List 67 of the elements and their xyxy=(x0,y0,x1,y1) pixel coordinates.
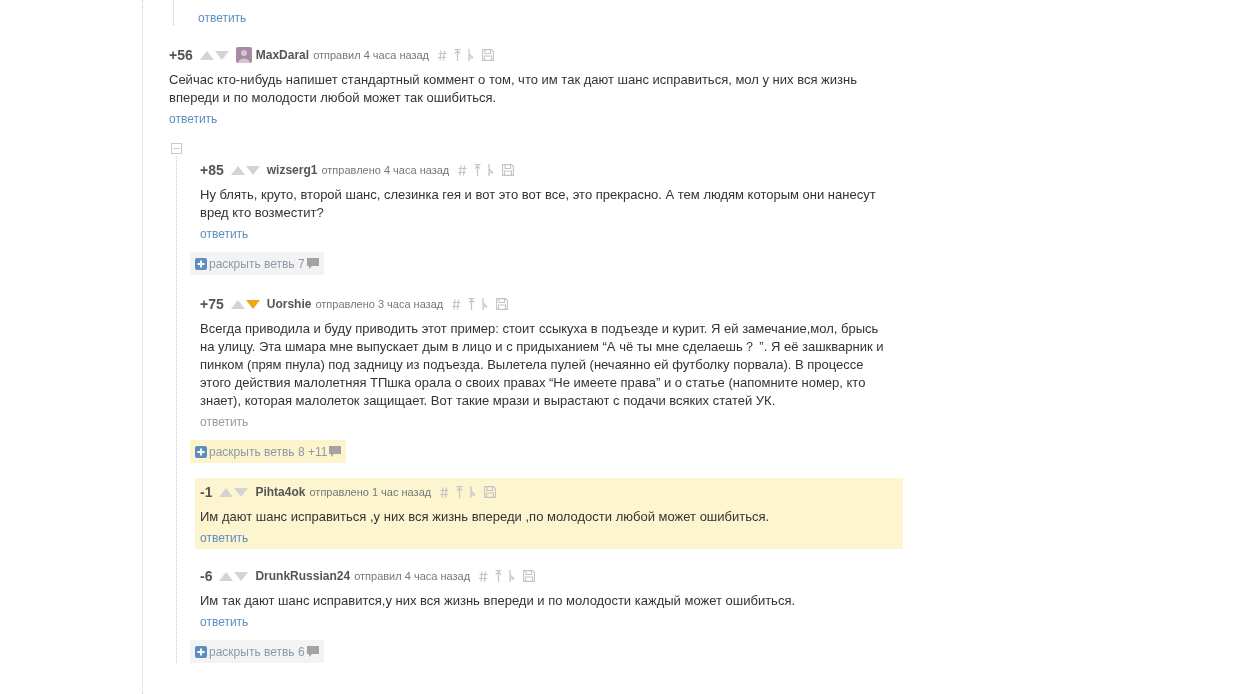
reply-link[interactable]: ответить xyxy=(200,225,249,243)
rating: +85 xyxy=(200,162,224,178)
upvote-icon[interactable] xyxy=(219,487,234,497)
save-icon[interactable] xyxy=(482,49,495,61)
author-name[interactable]: MaxDaral xyxy=(255,48,310,62)
post-time: отправил 4 часа назад xyxy=(354,570,471,582)
downvote-icon[interactable] xyxy=(214,50,229,60)
downvote-icon[interactable] xyxy=(245,165,260,175)
reply-link[interactable]: ответить xyxy=(200,413,249,431)
upvote-icon[interactable] xyxy=(219,571,234,581)
post-time: отправлено 3 часа назад xyxy=(315,298,444,310)
plus-icon xyxy=(195,445,207,458)
comment-text: Им дают шанс исправиться ,у них вся жизнь впереди ,по молодости любой может ошибиться. xyxy=(200,508,771,526)
rating: -6 xyxy=(200,568,213,584)
branch-icon[interactable] xyxy=(482,298,490,310)
upvote-icon[interactable] xyxy=(199,50,214,60)
plus-icon xyxy=(195,257,207,270)
hash-icon[interactable] xyxy=(458,164,468,176)
hash-icon[interactable] xyxy=(479,570,489,582)
author-name[interactable]: Pihta4ok xyxy=(255,485,306,499)
rating: -1 xyxy=(200,484,213,500)
comment-icon xyxy=(306,646,319,657)
comment-text: Сейчас кто-нибудь напишет стандартный коммент о том, что им так дают шанс исправиться, мол у них вся жизнь впереди и по молодости любой может так ошибиться. xyxy=(169,71,858,107)
branch-icon[interactable] xyxy=(468,49,476,61)
avatar-icon[interactable] xyxy=(235,47,252,63)
author-name[interactable]: wizserg1 xyxy=(266,163,318,177)
save-icon[interactable] xyxy=(484,486,497,498)
expand-branch-button[interactable]: раскрыть ветвь 6 xyxy=(190,640,324,663)
comment-icon xyxy=(329,446,342,457)
hash-icon[interactable] xyxy=(452,298,462,310)
post-time: отправлено 1 час назад xyxy=(309,486,432,498)
hash-icon[interactable] xyxy=(438,49,448,61)
post-time: отправлено 4 часа назад xyxy=(321,164,450,176)
save-icon[interactable] xyxy=(502,164,515,176)
upvote-icon[interactable] xyxy=(230,299,245,309)
arrow-up-icon[interactable] xyxy=(474,164,482,176)
reply-link[interactable]: ответить xyxy=(198,9,247,27)
branch-icon[interactable] xyxy=(509,570,517,582)
author-name[interactable]: Uorshie xyxy=(266,297,312,311)
plus-icon xyxy=(195,645,207,658)
comment-text: Ну блять, круто, второй шанс, слезинка гея и вот это вот все, это прекрасно. А тем людям которым они нанесут вред кто возместит? xyxy=(200,186,877,222)
branch-icon[interactable] xyxy=(488,164,496,176)
arrow-up-icon[interactable] xyxy=(468,298,476,310)
arrow-up-icon[interactable] xyxy=(495,570,503,582)
save-icon[interactable] xyxy=(496,298,509,310)
author-name[interactable]: DrunkRussian24 xyxy=(255,569,351,583)
comment-text: Всегда приводила и буду приводить этот пример: стоит ссыкуха в подъезде и курит. Я ей замечание,мол, брысь на улицу. Эта шмара мне выпускает дым в лицо и с придыханием “А чё ты мне сделаешь？ ”. Я её зашкварник и пинком (прям пнула) под задницу из подъезда. Вылетела пулей (нечаянно ей футболку порвала). В процессе этого действия малолетняя ТПшка орала о своих правах “Не имеете права” и о статье (напомните номер, кто знает), которая малолеток защищает. Вот такие мрази и вырастают с подачи всяких статей УК. xyxy=(200,320,885,410)
arrow-up-icon[interactable] xyxy=(454,49,462,61)
branch-icon[interactable] xyxy=(470,486,478,498)
hash-icon[interactable] xyxy=(440,486,450,498)
expand-branch-button[interactable]: раскрыть ветвь 8 +11 xyxy=(190,440,347,463)
arrow-up-icon[interactable] xyxy=(456,486,464,498)
rating: +75 xyxy=(200,296,224,312)
comment-text: Им так дают шанс исправится,у них вся жизнь впереди и по молодости каждый может ошибиться. xyxy=(200,592,797,610)
comment-icon xyxy=(306,258,319,269)
expand-branch-button[interactable]: раскрыть ветвь 7 xyxy=(190,252,324,275)
reply-link[interactable]: ответить xyxy=(169,110,218,128)
rating: +56 xyxy=(169,47,193,63)
downvote-icon[interactable] xyxy=(234,487,249,497)
upvote-icon[interactable] xyxy=(230,165,245,175)
downvote-icon[interactable] xyxy=(245,299,260,309)
reply-link[interactable]: ответить xyxy=(200,529,249,547)
save-icon[interactable] xyxy=(523,570,536,582)
post-time: отправил 4 часа назад xyxy=(313,49,430,61)
downvote-icon[interactable] xyxy=(234,571,249,581)
collapse-icon[interactable] xyxy=(171,143,182,154)
reply-link[interactable]: ответить xyxy=(200,613,249,631)
